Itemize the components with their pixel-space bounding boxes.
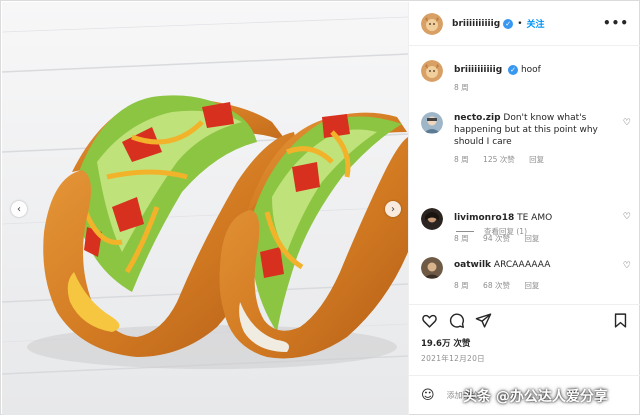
post-sidebar: briiiiiiiiiig ✓ • 关注 ••• briiiiiiiiiig ✓… xyxy=(408,2,640,415)
author-avatar[interactable] xyxy=(421,12,443,35)
verified-badge-icon: ✓ xyxy=(508,65,519,75)
post-header: briiiiiiiiiig ✓ • 关注 ••• xyxy=(409,2,640,46)
comment-age: 8 周 xyxy=(454,155,469,164)
share-icon xyxy=(475,312,491,328)
comments-list[interactable]: briiiiiiiiiig ✓ hoof 8 周 necto.zip Don't… xyxy=(409,46,640,304)
caption-age: 8 周 xyxy=(454,83,469,92)
heart-icon[interactable]: ♡ xyxy=(623,212,631,222)
likes-count[interactable]: 19.6万 次赞 xyxy=(421,337,470,349)
action-bar xyxy=(409,304,640,336)
caption-text: hoof xyxy=(520,65,541,75)
caption-username[interactable]: briiiiiiiiiig xyxy=(454,65,502,75)
bookmark-icon xyxy=(614,312,626,328)
author-username[interactable]: briiiiiiiiiig xyxy=(452,19,500,29)
comment-username[interactable]: necto.zip xyxy=(454,113,501,123)
chevron-left-icon: ‹ xyxy=(17,203,21,215)
next-image-button[interactable]: › xyxy=(385,201,401,217)
comment-likes[interactable]: 68 次赞 xyxy=(483,281,510,290)
like-button[interactable] xyxy=(420,311,438,329)
commenter-avatar[interactable] xyxy=(421,257,443,279)
prev-image-button[interactable]: ‹ xyxy=(11,201,27,217)
reply-button[interactable]: 回复 xyxy=(524,281,539,290)
comment-likes[interactable]: 125 次赞 xyxy=(483,155,515,164)
post-photo xyxy=(2,2,408,415)
commenter-avatar[interactable] xyxy=(421,208,443,230)
comment-age: 8 周 xyxy=(454,281,469,290)
post-media[interactable]: ‹ › xyxy=(2,2,408,415)
comment-username[interactable]: oatwilk xyxy=(454,260,491,270)
verified-badge-icon: ✓ xyxy=(503,18,514,29)
reply-button[interactable]: 回复 xyxy=(529,155,544,164)
comment-text: TE AMO xyxy=(517,213,553,223)
heart-icon[interactable]: ♡ xyxy=(623,261,631,271)
comment-likes[interactable]: 94 次赞 xyxy=(483,234,510,243)
more-options-icon[interactable]: ••• xyxy=(603,16,629,30)
comment-icon xyxy=(449,313,464,328)
share-button[interactable] xyxy=(474,311,492,329)
comment-username[interactable]: livimonro18 xyxy=(454,213,514,223)
reply-button[interactable]: 回复 xyxy=(524,234,539,243)
separator-dot: • xyxy=(517,18,523,29)
commenter-avatar[interactable] xyxy=(421,112,443,134)
smiley-icon[interactable]: ☺ xyxy=(421,388,435,403)
heart-icon xyxy=(421,314,437,328)
author-avatar[interactable] xyxy=(421,60,443,82)
post-date: 2021年12月20日 xyxy=(421,354,485,363)
follow-button[interactable]: 关注 xyxy=(527,17,545,30)
chevron-right-icon: › xyxy=(391,203,395,215)
heart-icon[interactable]: ♡ xyxy=(623,118,631,128)
post-frame: ‹ › briiiiiiiiiig ✓ • 关注 ••• briiiiiiiii… xyxy=(0,0,640,415)
comment-age: 8 周 xyxy=(454,234,469,243)
comment-button[interactable] xyxy=(447,311,465,329)
save-button[interactable] xyxy=(611,311,629,329)
watermark: 头条 @办公达人爱分享 xyxy=(463,389,608,405)
comment-text: ARCAAAAAA xyxy=(493,260,551,270)
